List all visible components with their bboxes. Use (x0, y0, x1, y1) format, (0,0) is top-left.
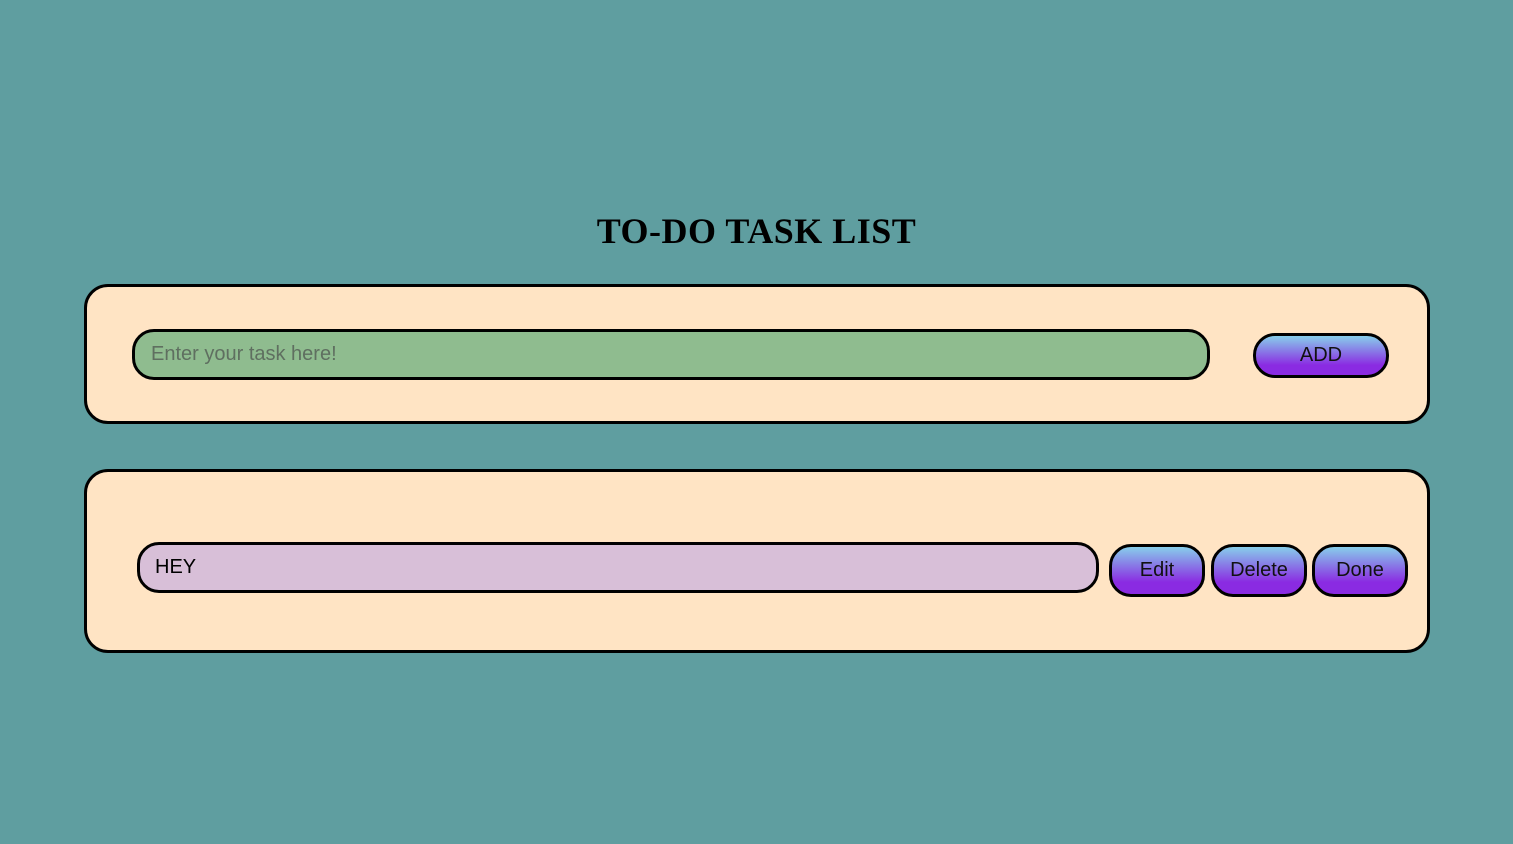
task-list-panel: HEY Edit Delete Done (84, 469, 1430, 653)
delete-button[interactable]: Delete (1211, 544, 1307, 597)
page-title: TO-DO TASK LIST (596, 211, 917, 251)
edit-button[interactable]: Edit (1109, 544, 1205, 597)
done-button[interactable]: Done (1312, 544, 1408, 597)
add-button[interactable]: ADD (1253, 333, 1389, 378)
task-text: HEY (155, 556, 197, 578)
task-item: HEY (137, 542, 1099, 593)
task-input[interactable] (132, 329, 1210, 380)
task-input-panel: ADD (84, 284, 1430, 424)
